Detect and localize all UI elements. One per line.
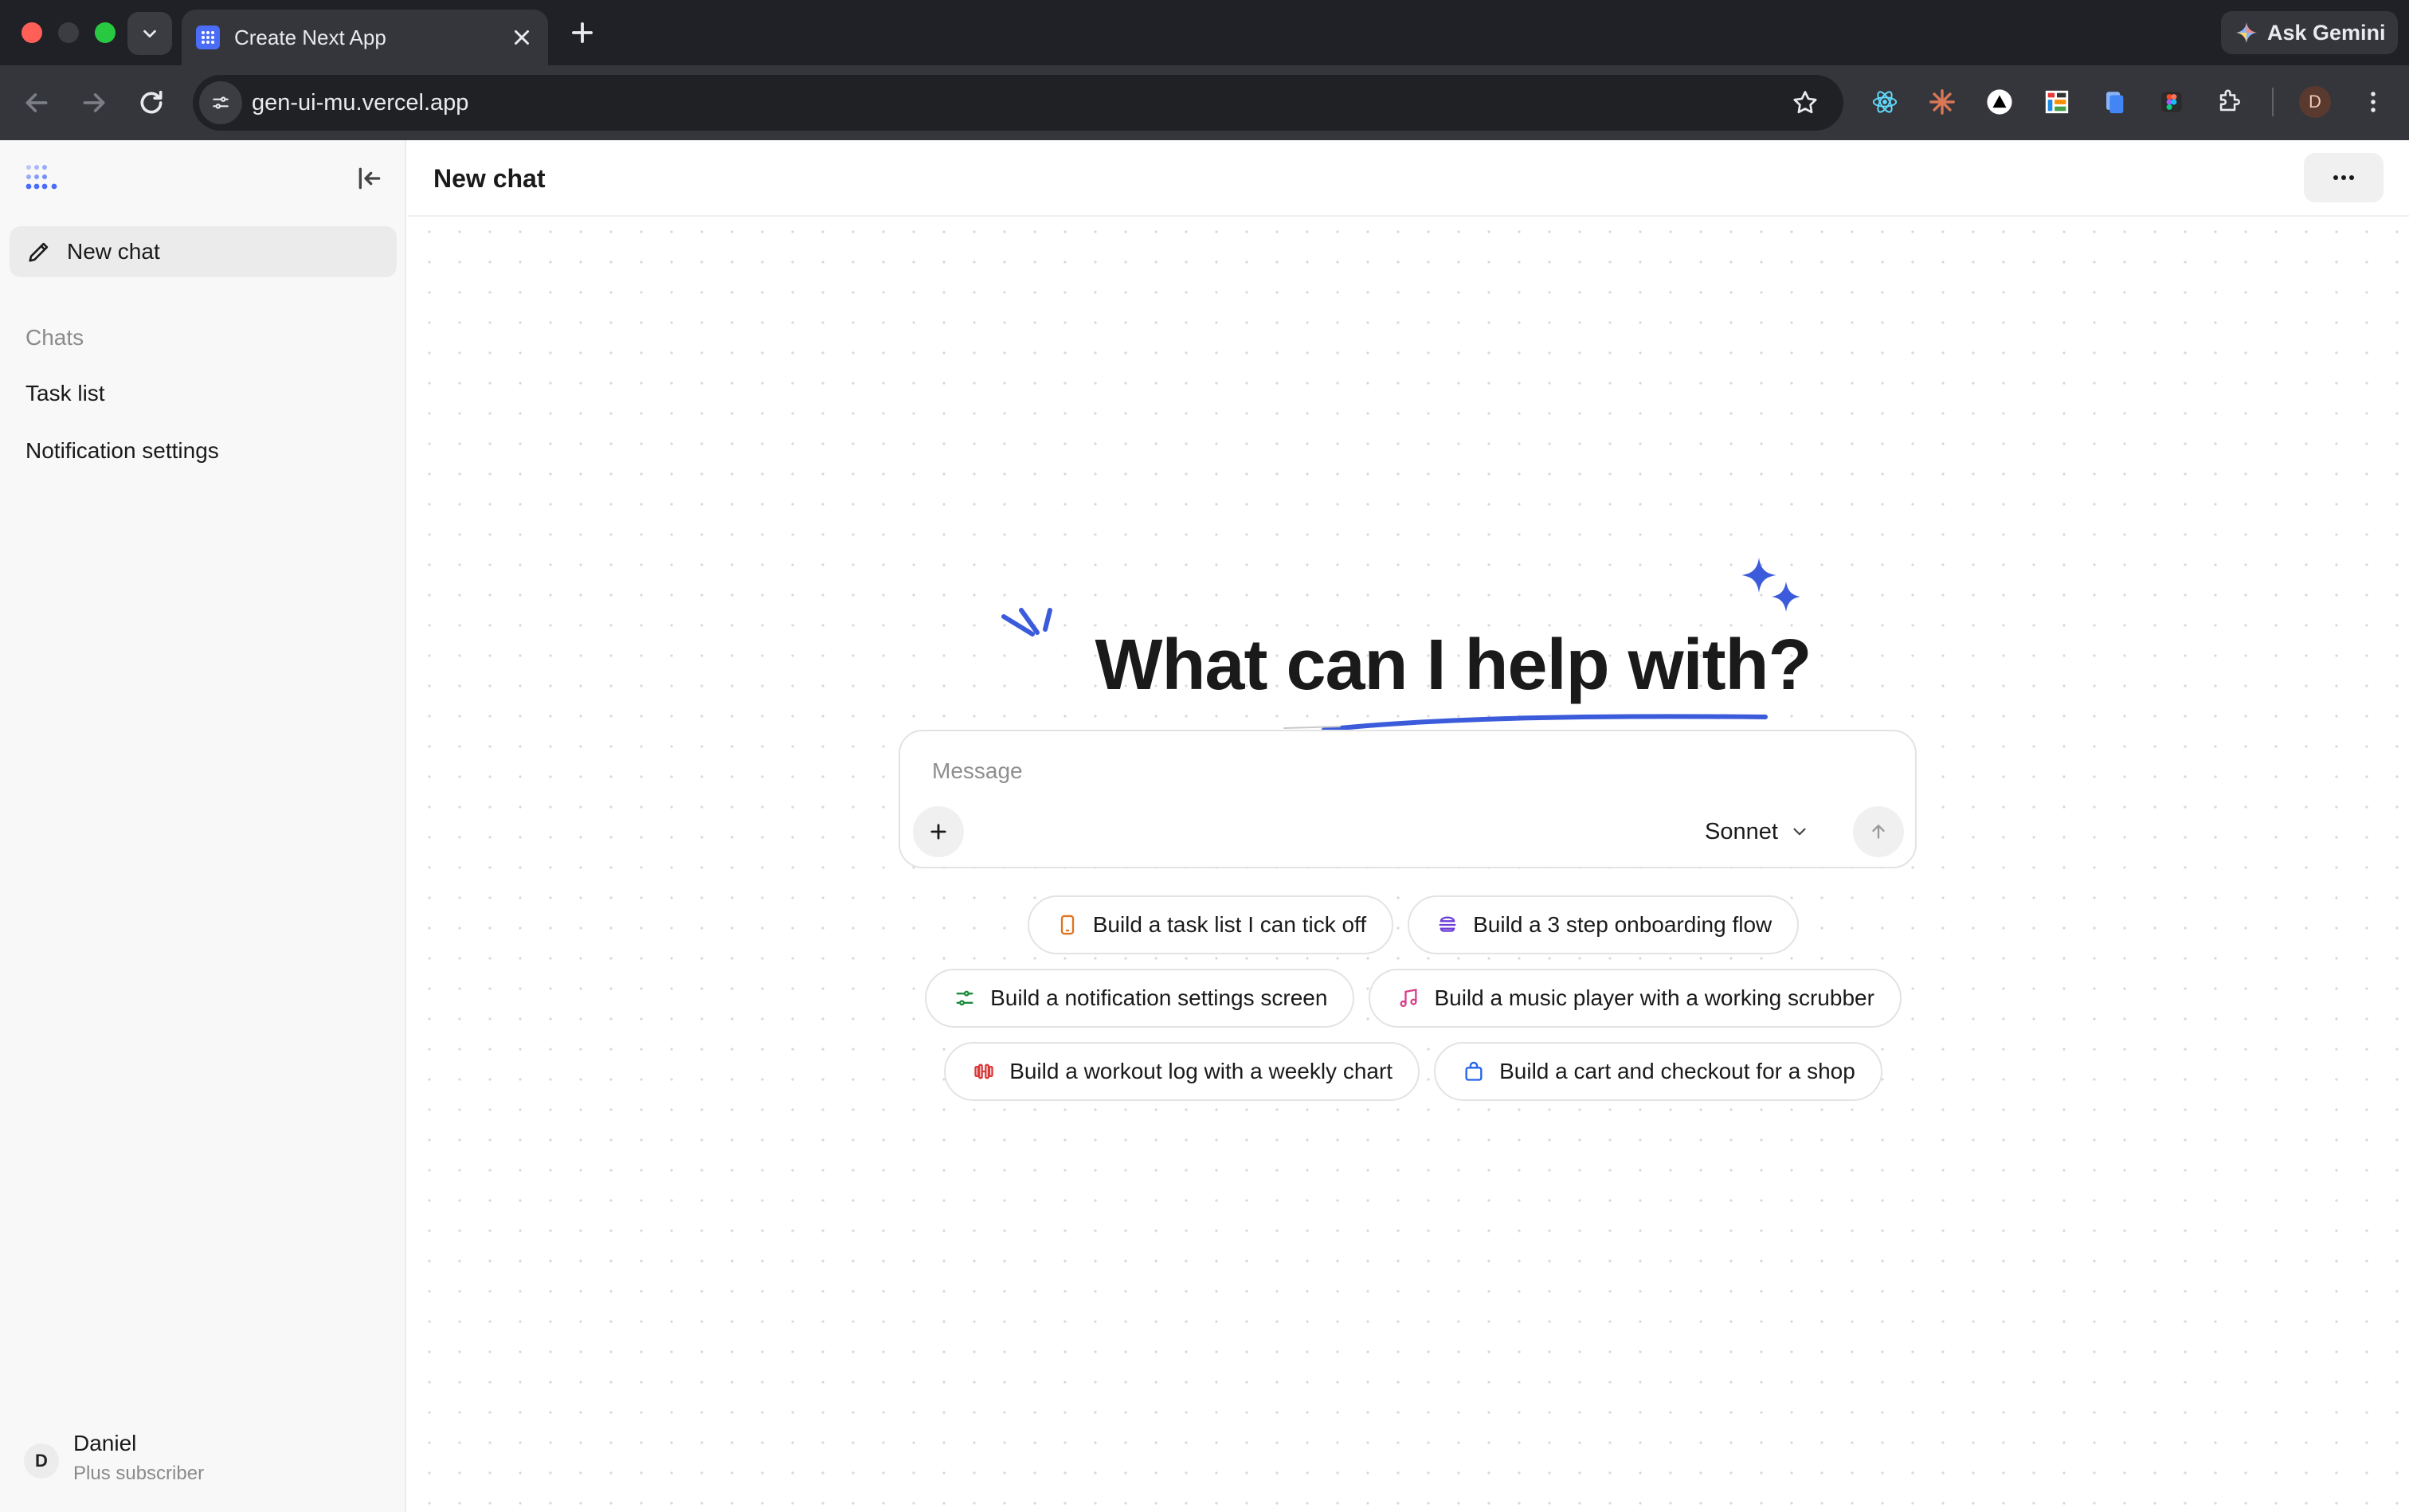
phone-icon xyxy=(1056,914,1079,936)
arrow-up-icon xyxy=(1872,825,1885,839)
app-logo-icon[interactable] xyxy=(25,164,61,191)
figma-extension-icon[interactable] xyxy=(2157,88,2186,116)
toolbar-divider xyxy=(2272,88,2274,116)
main-header: New chat xyxy=(408,140,2409,217)
suggestion-task-list[interactable]: Build a task list I can tick off xyxy=(1027,895,1394,954)
ask-gemini-label: Ask Gemini xyxy=(2267,20,2386,45)
suggestion-workout-log[interactable]: Build a workout log with a weekly chart xyxy=(944,1042,1420,1101)
dumbbell-icon xyxy=(973,1060,995,1083)
spark-lines-icon xyxy=(1001,608,1052,637)
sidebar: New chat Chats Task list Notification se… xyxy=(0,140,406,1512)
url-text: gen-ui-mu.vercel.app xyxy=(252,90,469,116)
suggestion-row: Build a notification settings screen Bui… xyxy=(408,969,2409,1028)
chevron-down-icon xyxy=(1793,828,1806,836)
suggestion-music-player[interactable]: Build a music player with a working scru… xyxy=(1369,969,1902,1028)
sliders-icon xyxy=(954,987,976,1009)
main-area: New chat What can I help with? Message S… xyxy=(408,140,2409,1512)
browser-profile-avatar[interactable]: D xyxy=(2299,86,2331,118)
claude-extension-icon[interactable] xyxy=(1928,88,1957,116)
send-button[interactable] xyxy=(1853,806,1904,857)
maximize-window-button[interactable] xyxy=(95,22,116,43)
layers-icon xyxy=(1436,914,1459,936)
docs-extension-icon[interactable] xyxy=(2100,88,2129,116)
chevron-down-icon xyxy=(143,29,156,38)
more-horizontal-icon xyxy=(2333,175,2354,180)
user-profile[interactable]: D Daniel Plus subscriber xyxy=(24,1431,374,1494)
back-button[interactable] xyxy=(21,87,53,119)
suggestion-label: Build a cart and checkout for a shop xyxy=(1499,1059,1855,1083)
sidebar-chat-task-list[interactable]: Task list xyxy=(25,381,105,406)
suggestion-row: Build a workout log with a weekly chart … xyxy=(408,1042,2409,1101)
model-label: Sonnet xyxy=(1705,818,1778,844)
reload-button[interactable] xyxy=(135,87,167,119)
sparkle-stars-icon xyxy=(1741,558,1800,612)
suggestion-onboarding-flow[interactable]: Build a 3 step onboarding flow xyxy=(1408,895,1800,954)
suggestion-label: Build a task list I can tick off xyxy=(1092,912,1367,937)
minimize-window-button[interactable] xyxy=(58,22,79,43)
react-devtools-icon[interactable] xyxy=(1870,88,1899,116)
extensions-puzzle-icon[interactable] xyxy=(2215,88,2243,116)
shopping-bag-icon xyxy=(1463,1060,1485,1083)
suggestion-notification-settings[interactable]: Build a notification settings screen xyxy=(925,969,1355,1028)
tab-search-button[interactable] xyxy=(127,12,172,55)
address-bar[interactable]: gen-ui-mu.vercel.app xyxy=(193,75,1843,131)
vercel-extension-icon[interactable] xyxy=(1985,88,2014,116)
suggestion-chips: Build a task list I can tick off Build a… xyxy=(408,895,2409,1115)
chats-section-label: Chats xyxy=(25,325,84,350)
more-vertical-icon xyxy=(2371,92,2376,112)
browser-menu-button[interactable] xyxy=(2361,86,2385,118)
gemini-sparkle-icon xyxy=(2236,22,2257,43)
tune-icon xyxy=(213,96,229,109)
suggestion-cart-checkout[interactable]: Build a cart and checkout for a shop xyxy=(1434,1042,1882,1101)
message-input[interactable] xyxy=(932,755,1872,787)
browser-tab-bar: Create Next App Ask Gemini xyxy=(0,0,2409,65)
color-palette-extension-icon[interactable] xyxy=(2043,88,2071,116)
new-chat-button[interactable]: New chat xyxy=(10,226,397,277)
suggestion-label: Build a notification settings screen xyxy=(990,985,1328,1010)
collapse-sidebar-button[interactable] xyxy=(354,163,386,194)
bookmark-star-icon[interactable] xyxy=(1791,88,1819,117)
message-composer: Sonnet xyxy=(899,730,1917,868)
close-window-button[interactable] xyxy=(22,22,42,43)
model-selector[interactable]: Sonnet xyxy=(1705,814,1810,849)
forward-button[interactable] xyxy=(78,87,110,119)
suggestion-row: Build a task list I can tick off Build a… xyxy=(408,895,2409,954)
suggestion-label: Build a music player with a working scru… xyxy=(1434,985,1874,1010)
plus-icon xyxy=(930,824,946,840)
suggestion-label: Build a 3 step onboarding flow xyxy=(1473,912,1772,937)
app-favicon-icon xyxy=(196,25,220,49)
more-options-button[interactable] xyxy=(2304,153,2384,202)
page-title: New chat xyxy=(433,164,546,193)
suggestion-label: Build a workout log with a weekly chart xyxy=(1009,1059,1393,1083)
headline: What can I help with? xyxy=(1095,625,1812,705)
sidebar-chat-notification-settings[interactable]: Notification settings xyxy=(25,438,219,464)
new-chat-label: New chat xyxy=(67,239,160,264)
pencil-icon xyxy=(29,242,49,262)
user-name: Daniel xyxy=(73,1431,137,1455)
music-note-icon xyxy=(1397,987,1420,1009)
site-info-button[interactable] xyxy=(199,81,242,124)
new-tab-button[interactable] xyxy=(567,18,597,48)
browser-tab-active[interactable]: Create Next App xyxy=(182,10,548,65)
attach-button[interactable] xyxy=(913,806,964,857)
user-avatar: D xyxy=(24,1443,59,1479)
user-plan: Plus subscriber xyxy=(73,1463,205,1484)
ask-gemini-button[interactable]: Ask Gemini xyxy=(2221,11,2398,54)
tab-title: Create Next App xyxy=(234,25,386,49)
close-tab-icon[interactable] xyxy=(510,25,534,49)
